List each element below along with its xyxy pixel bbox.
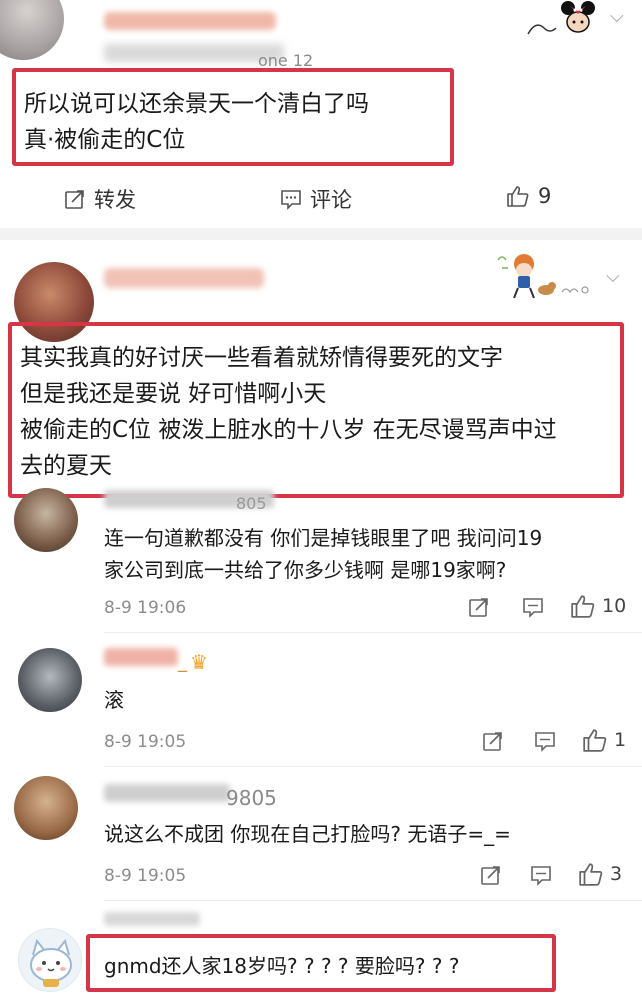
comment-author-name-blurred[interactable] [104, 784, 230, 802]
comment-avatar[interactable] [14, 776, 78, 840]
share-icon[interactable] [468, 596, 490, 618]
comment-icon[interactable] [534, 730, 556, 752]
comment-button[interactable]: 评论 [280, 184, 352, 214]
comment-timestamp: 8-9 19:05 [104, 866, 187, 886]
share-icon [65, 190, 84, 209]
post-author-avatar[interactable] [0, 0, 64, 60]
chevron-down-icon[interactable]: ⌵ [606, 266, 620, 287]
post-text-line: 真·被偷走的C位 [24, 127, 186, 153]
comment-avatar[interactable] [18, 648, 82, 712]
comment-text: 滚 [104, 684, 124, 716]
comment-author-name-blurred[interactable] [104, 912, 200, 926]
comment-separator [104, 632, 642, 633]
post-author-name-blurred[interactable] [104, 268, 264, 288]
post-text-line: 其实我真的好讨厌一些看着就矫情得要死的文字 [20, 345, 503, 371]
minnie-mouse-decoration-icon [527, 1, 595, 35]
chevron-down-icon[interactable]: ⌵ [610, 6, 624, 27]
crown-icon: ♛ [190, 650, 208, 674]
comment-author-name-suffix: 805 [236, 494, 267, 513]
comment-text-line: 家公司到底一共给了你多少钱啊 是哪19家啊? [104, 558, 507, 582]
post-text-line: 去的夏天 [20, 453, 112, 479]
like-button[interactable]: 9 [506, 184, 551, 208]
share-label: 转发 [94, 188, 136, 212]
cat-face-icon [30, 938, 72, 987]
post-author-name-blurred[interactable] [104, 12, 276, 30]
comment-like-count: 3 [610, 863, 623, 885]
comment-timestamp: 8-9 19:05 [104, 732, 187, 752]
thumbs-up-icon [507, 186, 529, 207]
comment-icon[interactable] [522, 596, 544, 618]
comment-like-button[interactable]: 10 [570, 594, 626, 618]
comment-text-line: 说这么不成团 你现在自己打脸吗? 无语子=_= [104, 822, 511, 846]
comment-avatar[interactable] [14, 488, 78, 552]
comment-separator [104, 766, 642, 767]
comment-author-name-blurred[interactable] [104, 648, 178, 666]
like-count: 9 [538, 184, 552, 208]
comment-text: 连一句道歉都没有 你们是掉钱眼里了吧 我问问19 家公司到底一共给了你多少钱啊 … [104, 522, 542, 586]
comment-like-count: 10 [602, 595, 627, 617]
comment-text-line: gnmd还人家18岁吗? ? ? ? 要脸吗? ? ? [104, 954, 460, 978]
comment-text-line: 连一句道歉都没有 你们是掉钱眼里了吧 我问问19 [104, 526, 543, 550]
comment-text: gnmd还人家18岁吗? ? ? ? 要脸吗? ? ? [104, 950, 459, 982]
comment-text-line: 滚 [104, 688, 124, 712]
post-source-blurred [104, 44, 284, 62]
comment-label: 评论 [310, 188, 352, 212]
share-icon[interactable] [482, 730, 504, 752]
thumbs-up-icon [571, 595, 595, 618]
chibi-character-decoration-icon [497, 254, 589, 299]
post-text-line: 但是我还是要说 好可惜啊小天 [20, 381, 327, 407]
comment-like-button[interactable]: 1 [582, 728, 626, 752]
comment-avatar[interactable] [18, 928, 82, 992]
section-divider [0, 228, 642, 240]
share-button[interactable]: 转发 [64, 184, 136, 214]
comment-like-count: 1 [614, 729, 627, 751]
comment-like-button[interactable]: 3 [578, 862, 622, 886]
comment-separator [104, 900, 642, 901]
thumbs-up-icon [579, 863, 603, 886]
comment-timestamp: 8-9 19:06 [104, 598, 187, 618]
comment-author-name-suffix: 9805 [226, 786, 277, 810]
comment-text: 说这么不成团 你现在自己打脸吗? 无语子=_= [104, 818, 511, 850]
comment-author-name-suffix: _ [178, 652, 187, 673]
post-text: 其实我真的好讨厌一些看着就矫情得要死的文字 但是我还是要说 好可惜啊小天 被偷走… [20, 340, 557, 484]
comment-icon [281, 190, 301, 210]
post-text: 所以说可以还余景天一个清白了吗 真·被偷走的C位 [24, 86, 369, 158]
thumbs-up-icon [583, 729, 607, 752]
post-text-line: 所以说可以还余景天一个清白了吗 [24, 91, 369, 117]
comment-icon[interactable] [530, 864, 552, 886]
share-icon[interactable] [480, 864, 502, 886]
post-text-line: 被偷走的C位 被泼上脏水的十八岁 在无尽谩骂声中过 [20, 417, 557, 443]
